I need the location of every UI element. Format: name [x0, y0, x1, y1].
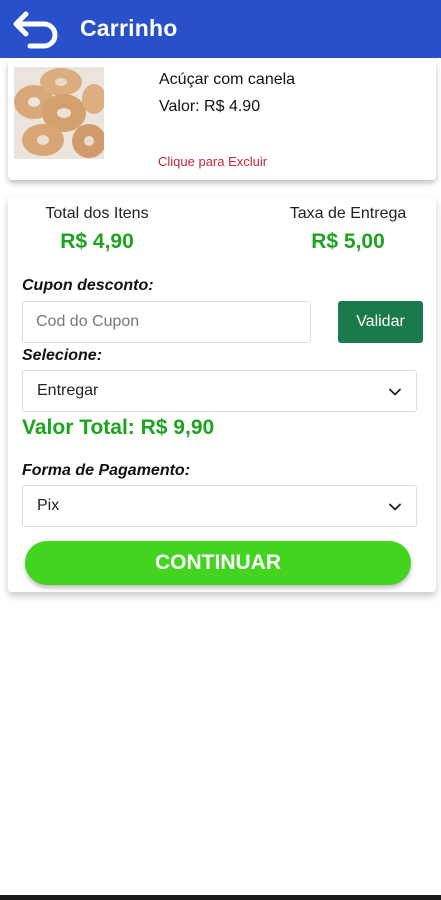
delivery-fee-label: Taxa de Entrega: [289, 205, 407, 222]
chevron-down-icon: [388, 385, 402, 399]
items-total-value: R$ 4,90: [60, 230, 134, 253]
delivery-select[interactable]: Entregar: [22, 370, 417, 412]
product-name: Acúçar com canela: [159, 71, 296, 88]
cart-item-card: Acúçar com canela Valor: R$ 4.90 Clique …: [8, 60, 436, 180]
navigation-bar-edge: [0, 895, 441, 900]
product-image: [14, 67, 104, 159]
order-summary-card: Total dos Itens Taxa de Entrega R$ 4,90 …: [8, 197, 436, 592]
payment-select-value: Pix: [37, 497, 60, 514]
delivery-select-value: Entregar: [37, 382, 99, 399]
app-bar: Carrinho: [0, 0, 441, 58]
delivery-select-label: Selecione:: [22, 347, 103, 364]
donut-image: [14, 67, 104, 159]
coupon-label: Cupon desconto:: [22, 277, 154, 294]
back-button[interactable]: [12, 8, 64, 50]
chevron-down-icon: [388, 500, 402, 514]
coupon-input[interactable]: [22, 301, 311, 343]
payment-method-select[interactable]: Pix: [22, 485, 417, 527]
grand-total: Valor Total: R$ 9,90: [22, 416, 215, 439]
remove-item-link[interactable]: Clique para Excluir: [158, 154, 267, 169]
page-title: Carrinho: [80, 15, 178, 41]
validate-coupon-button[interactable]: Validar: [338, 301, 423, 343]
items-total-label: Total dos Itens: [45, 205, 149, 222]
payment-method-label: Forma de Pagamento:: [22, 462, 191, 479]
continue-button[interactable]: CONTINUAR: [25, 541, 411, 585]
product-price: Valor: R$ 4.90: [159, 98, 261, 115]
delivery-fee-value: R$ 5,00: [311, 230, 385, 253]
back-arrow-icon: [13, 11, 58, 49]
